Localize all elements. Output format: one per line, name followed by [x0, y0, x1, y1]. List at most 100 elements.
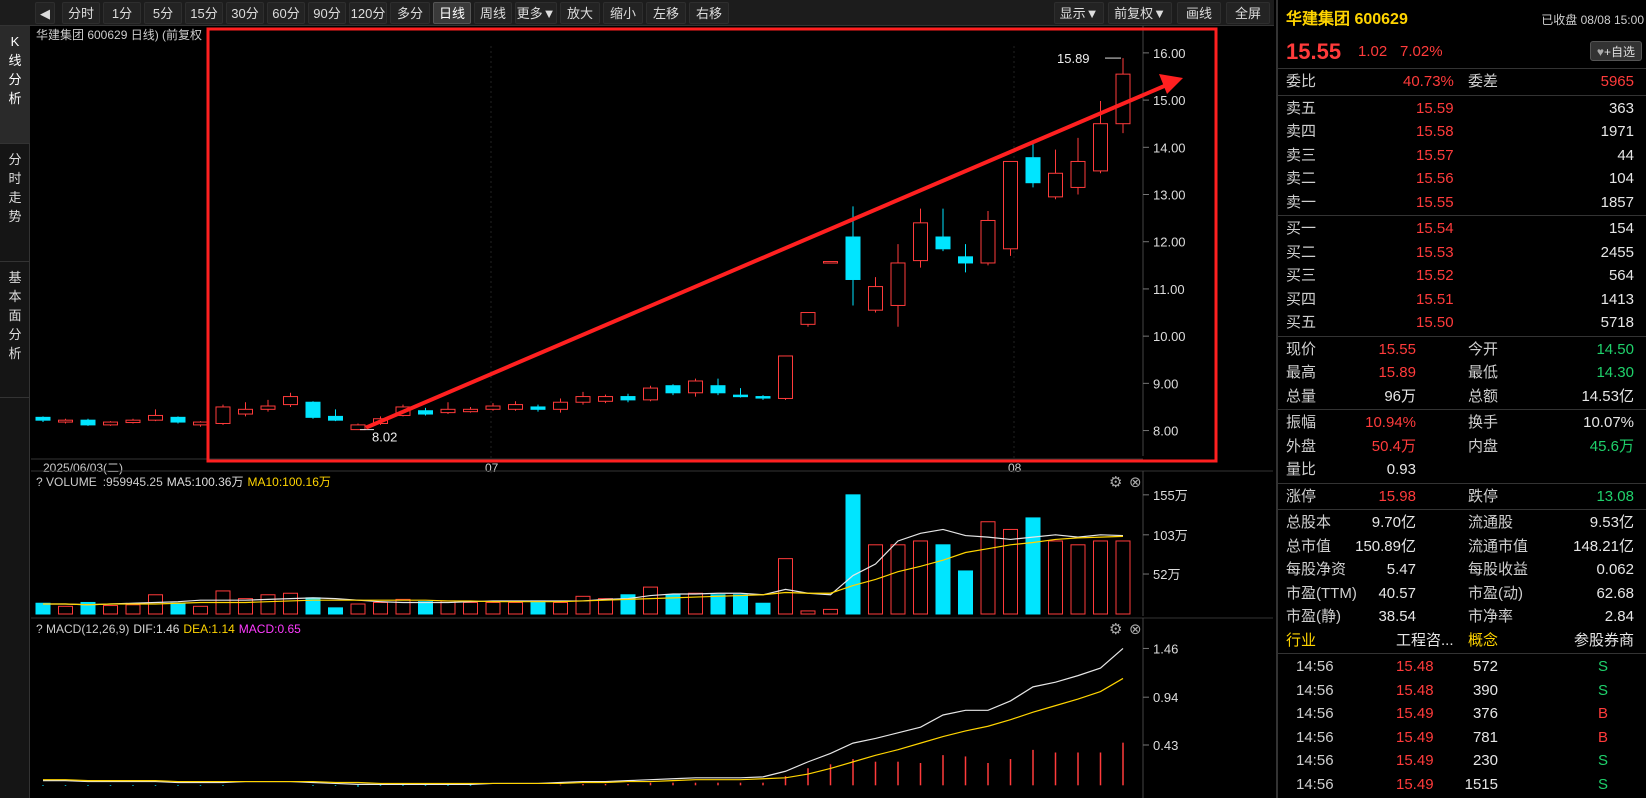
toolbar-button-4[interactable]: 30分: [226, 2, 264, 24]
toolbar-button-6[interactable]: 90分: [308, 2, 346, 24]
help-icon[interactable]: ?: [36, 622, 46, 636]
candle-body: [1070, 160, 1086, 188]
toolbar-button-13[interactable]: 缩小: [603, 2, 643, 24]
buy-level-row: 买四 15.51 1413: [1278, 288, 1646, 312]
candle[interactable]: [170, 416, 186, 424]
stat-row: 振幅 10.94% 换手 10.07%: [1278, 411, 1646, 435]
stat-value: 50.4万: [1371, 437, 1416, 455]
toolbar-button-15[interactable]: 右移: [689, 2, 729, 24]
toolbar-right-button-1[interactable]: 前复权▼: [1108, 2, 1172, 24]
tick-volume: 781: [1472, 728, 1498, 746]
industry-row[interactable]: 行业 工程咨... 概念 参股券商: [1278, 629, 1646, 653]
toolbar-button-2[interactable]: 5分: [144, 2, 182, 24]
stat-value: 45.6万: [1589, 437, 1634, 455]
candle[interactable]: [778, 355, 793, 400]
left-tab-0[interactable]: K线分析: [0, 26, 30, 144]
toolbar-right-button-0[interactable]: 显示▼: [1054, 2, 1104, 24]
candle-body: [305, 401, 321, 418]
tick-price: 15.48: [1396, 658, 1434, 675]
price-tick-label: 8.00: [1153, 424, 1178, 439]
tick-side: S: [1597, 658, 1608, 675]
tick-row: 14:56 15.48 572 S: [1278, 655, 1646, 679]
volume-bar: [553, 601, 568, 615]
candle[interactable]: [350, 423, 366, 431]
candle-body: [1093, 123, 1108, 172]
settings-gear-icon[interactable]: ⚙: [1109, 621, 1122, 638]
volume-bar: [103, 605, 118, 615]
month-label: 07: [485, 461, 499, 475]
tick-volume: 390: [1472, 681, 1498, 699]
tick-row: 14:56 15.49 376 B: [1278, 702, 1646, 726]
toolbar-button-11[interactable]: 更多▼: [515, 2, 557, 24]
sell-level-row: 卖二 15.56 104: [1278, 167, 1646, 191]
add-watchlist-button[interactable]: ♥+自选: [1589, 41, 1642, 61]
stat-label: 总股本: [1286, 514, 1332, 531]
volume-bar: [238, 598, 253, 615]
candle[interactable]: [800, 312, 816, 327]
macd-header: ? MACD(12,26,9) DIF:1.46 DEA:1.14 MACD:0.65: [36, 622, 301, 636]
macd-title: MACD(12,26,9): [46, 622, 129, 636]
chart-area[interactable]: 华建集团 600629 日线) (前复权 07 08 2025/06/03(二) 16.…: [31, 26, 1273, 798]
candle[interactable]: [103, 421, 118, 426]
toolbar-button-10[interactable]: 周线: [474, 2, 512, 24]
left-tab-1[interactable]: 分时走势: [0, 144, 30, 262]
candle[interactable]: [823, 261, 838, 264]
toolbar-button-12[interactable]: 放大: [560, 2, 600, 24]
candle[interactable]: [215, 404, 231, 425]
toolbar-button-0[interactable]: 分时: [62, 2, 100, 24]
candle-body: [35, 416, 51, 421]
price-tick-label: 11.00: [1153, 282, 1185, 297]
toolbar-button-3[interactable]: 15分: [185, 2, 223, 24]
left-tab-2[interactable]: 基本面分析: [0, 262, 30, 398]
sell-level-label: 卖一: [1286, 193, 1317, 211]
candle[interactable]: [80, 418, 96, 426]
stat-row: 量比 0.93: [1278, 458, 1646, 482]
volume-bar: [530, 600, 546, 615]
toolbar-button-9[interactable]: 日线: [433, 2, 471, 24]
candle-body: [193, 421, 208, 426]
nav-back-button[interactable]: ◀: [35, 2, 55, 24]
toolbar-button-1[interactable]: 1分: [103, 2, 141, 24]
tick-volume: 376: [1472, 705, 1498, 722]
candle-body: [800, 312, 816, 325]
limit-down-value: 13.08: [1596, 487, 1634, 505]
toolbar-right-button-2[interactable]: 画线: [1177, 2, 1221, 24]
close-icon[interactable]: ⊗: [1129, 474, 1142, 491]
start-date-label: 2025/06/03(二): [43, 461, 123, 475]
candle-body: [485, 405, 501, 410]
toolbar-right-button-3[interactable]: 全屏: [1226, 2, 1270, 24]
tick-side: S: [1597, 775, 1608, 793]
limit-up-value: 15.98: [1378, 487, 1416, 505]
close-icon[interactable]: ⊗: [1129, 621, 1142, 638]
sell-level-volume: 44: [1617, 146, 1634, 164]
volume-bar: [1070, 544, 1086, 615]
toolbar-button-5[interactable]: 60分: [267, 2, 305, 24]
volume-bar: [710, 594, 726, 615]
volume-title: VOLUME: [46, 475, 97, 489]
volume-bar: [58, 605, 73, 615]
weibi-label: 委比: [1286, 73, 1317, 90]
chart-toolbar: ◀ 分时1分5分15分30分60分90分120分多分钟日线周线更多▼放大缩小左移右…: [0, 0, 1274, 43]
volume-bar: [373, 601, 388, 615]
weibi-value: 40.73%: [1403, 73, 1454, 90]
stat-row: 总量 96万 总额 14.53亿: [1278, 385, 1646, 409]
stat-label: 每股净资: [1286, 561, 1347, 578]
sell-level-label: 卖二: [1286, 170, 1317, 187]
buy-level-volume: 1413: [1600, 290, 1634, 308]
candle[interactable]: [643, 385, 658, 402]
candle-body: [463, 408, 478, 413]
help-icon[interactable]: ?: [36, 475, 46, 489]
panel-divider: [1278, 509, 1646, 510]
toolbar-button-14[interactable]: 左移: [646, 2, 686, 24]
candle[interactable]: [305, 401, 321, 419]
stat-label: 换手: [1468, 414, 1499, 431]
candle-body: [665, 385, 681, 394]
settings-gear-icon[interactable]: ⚙: [1109, 474, 1122, 491]
chart-canvas[interactable]: 华建集团 600629 日线) (前复权 07 08 2025/06/03(二) 16.…: [31, 26, 1273, 798]
volume-bar: [125, 604, 141, 615]
tick-time: 14:56: [1296, 681, 1334, 699]
toolbar-button-8[interactable]: 多分钟: [390, 2, 430, 43]
candle-body: [913, 222, 928, 262]
candle[interactable]: [1003, 160, 1018, 256]
toolbar-button-7[interactable]: 120分: [349, 2, 387, 24]
